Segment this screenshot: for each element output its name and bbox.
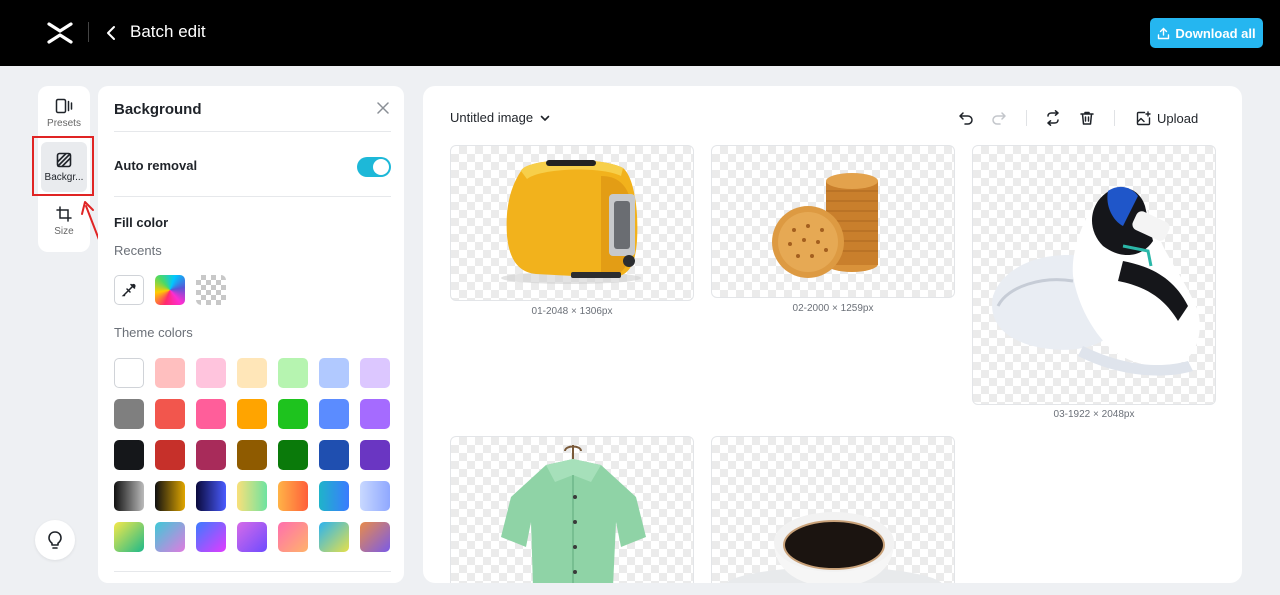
- theme-color-swatch[interactable]: [114, 440, 144, 470]
- panel-divider: [114, 196, 391, 197]
- theme-color-swatch[interactable]: [155, 358, 185, 388]
- theme-color-swatch[interactable]: [237, 522, 267, 552]
- image-card-cookies[interactable]: [711, 145, 955, 298]
- upload-icon: [1158, 27, 1170, 39]
- theme-color-swatch[interactable]: [278, 522, 308, 552]
- replace-button[interactable]: [1043, 108, 1063, 128]
- coffee-image: [726, 512, 942, 583]
- undo-button[interactable]: [956, 108, 976, 128]
- auto-removal-label: Auto removal: [114, 158, 198, 173]
- download-all-label: Download all: [1175, 25, 1256, 41]
- theme-color-swatch[interactable]: [155, 440, 185, 470]
- recent-swatch-gradient[interactable]: [155, 275, 185, 305]
- tips-button[interactable]: [35, 520, 75, 560]
- presets-icon: [55, 98, 73, 113]
- theme-color-swatch[interactable]: [319, 440, 349, 470]
- fill-color-label: Fill color: [114, 215, 169, 230]
- background-panel: Background Auto removal Fill color Recen…: [98, 86, 404, 583]
- eyedropper-icon: [121, 283, 136, 297]
- theme-color-swatch[interactable]: [278, 481, 308, 511]
- crop-icon: [56, 205, 72, 222]
- redo-button[interactable]: [989, 108, 1009, 128]
- sneaker-image: [992, 186, 1200, 376]
- top-bar: Batch edit Download all: [0, 0, 1280, 66]
- download-all-button[interactable]: Download all: [1150, 18, 1263, 48]
- theme-color-swatch[interactable]: [360, 522, 390, 552]
- theme-color-swatch[interactable]: [237, 399, 267, 429]
- shirt-image: [501, 445, 646, 583]
- page-title: Batch edit: [130, 22, 206, 41]
- delete-button[interactable]: [1077, 108, 1097, 128]
- trash-icon: [1080, 111, 1094, 125]
- theme-color-swatch[interactable]: [155, 481, 185, 511]
- eyedropper-button[interactable]: [114, 275, 144, 305]
- theme-color-swatch[interactable]: [360, 481, 390, 511]
- add-image-icon: [1136, 110, 1151, 125]
- theme-color-swatch[interactable]: [278, 358, 308, 388]
- panel-divider: [114, 131, 391, 132]
- theme-color-swatch[interactable]: [155, 399, 185, 429]
- lightbulb-icon: [48, 531, 62, 549]
- theme-color-swatch[interactable]: [360, 399, 390, 429]
- rail-item-presets[interactable]: Presets: [41, 88, 87, 138]
- recents-label: Recents: [114, 243, 162, 258]
- cookies-image: [772, 173, 878, 278]
- rail-item-size-label: Size: [54, 225, 74, 237]
- theme-color-swatch[interactable]: [114, 358, 144, 388]
- image-card-toaster[interactable]: [450, 145, 694, 301]
- swap-icon: [1047, 110, 1059, 126]
- theme-color-swatch[interactable]: [237, 440, 267, 470]
- theme-color-swatch[interactable]: [114, 399, 144, 429]
- theme-color-swatch[interactable]: [360, 440, 390, 470]
- panel-title: Background: [114, 101, 202, 118]
- upload-button[interactable]: Upload: [1136, 108, 1198, 128]
- theme-color-swatch[interactable]: [196, 358, 226, 388]
- theme-color-swatch[interactable]: [114, 522, 144, 552]
- toggle-knob: [373, 159, 389, 175]
- image-card-shirt[interactable]: [450, 436, 694, 583]
- image-caption: 01-2048 × 1306px: [531, 306, 613, 317]
- image-caption: 03-1922 × 2048px: [1053, 409, 1135, 420]
- highlight-annotation: [32, 136, 94, 196]
- theme-color-swatch[interactable]: [278, 399, 308, 429]
- theme-color-swatch[interactable]: [319, 399, 349, 429]
- theme-color-swatch[interactable]: [237, 358, 267, 388]
- theme-colors-label: Theme colors: [114, 325, 193, 340]
- upload-label: Upload: [1157, 110, 1199, 126]
- theme-color-swatch[interactable]: [196, 399, 226, 429]
- chevron-down-icon: [540, 115, 550, 121]
- theme-color-swatch[interactable]: [114, 481, 144, 511]
- close-icon[interactable]: [375, 100, 391, 116]
- image-card-coffee[interactable]: [711, 436, 955, 583]
- theme-color-swatch[interactable]: [196, 440, 226, 470]
- rail-item-presets-label: Presets: [47, 117, 81, 129]
- theme-color-swatch[interactable]: [360, 358, 390, 388]
- theme-color-swatch[interactable]: [196, 481, 226, 511]
- theme-color-swatch[interactable]: [319, 522, 349, 552]
- theme-color-swatch[interactable]: [155, 522, 185, 552]
- toaster-image: [501, 160, 641, 284]
- toolbar-divider: [1114, 110, 1115, 126]
- theme-color-swatch[interactable]: [319, 358, 349, 388]
- back-icon[interactable]: [100, 20, 124, 46]
- header-divider: [88, 22, 89, 42]
- canvas-area: Untitled image Upload 01-2048 × 1306px 0…: [423, 86, 1242, 583]
- theme-color-swatch[interactable]: [278, 440, 308, 470]
- image-card-sneaker[interactable]: [972, 145, 1216, 405]
- auto-removal-toggle[interactable]: [357, 157, 391, 177]
- image-name-dropdown[interactable]: Untitled image: [450, 110, 551, 125]
- theme-color-swatch[interactable]: [196, 522, 226, 552]
- capcut-logo[interactable]: [46, 20, 74, 46]
- recent-swatch-transparent[interactable]: [196, 275, 226, 305]
- toolbar-divider: [1026, 110, 1027, 126]
- image-caption: 02-2000 × 1259px: [792, 303, 874, 314]
- redo-icon: [992, 112, 1006, 125]
- theme-color-swatch[interactable]: [319, 481, 349, 511]
- theme-color-swatch[interactable]: [237, 481, 267, 511]
- panel-divider: [114, 571, 391, 572]
- undo-icon: [959, 112, 973, 125]
- image-name: Untitled image: [450, 110, 534, 125]
